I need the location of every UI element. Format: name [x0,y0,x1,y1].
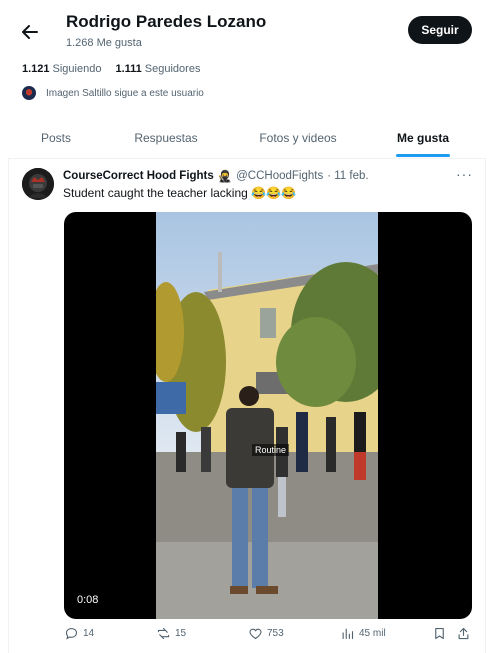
repost-count: 15 [175,628,187,639]
author-emoji: 🥷 [217,171,233,183]
active-tab-indicator [396,154,450,157]
tab-posts[interactable]: Posts [12,118,100,158]
heart-icon [249,628,262,640]
author-handle[interactable]: @CCHoodFights [236,170,323,182]
share-icon [458,627,469,640]
reply-icon [65,627,78,640]
video-player[interactable] [64,212,472,619]
post-text: Student caught the teacher lacking 😂😂😂 [63,186,296,200]
repost-icon [157,627,170,640]
reply-button[interactable]: 14 [64,626,94,641]
author-name[interactable]: CourseCorrect Hood Fights [63,170,214,182]
avatar [22,86,36,100]
views-icon [342,628,354,640]
repost-button[interactable]: 15 [156,626,186,641]
divider [485,158,486,653]
arrow-left-icon [22,25,38,39]
tab-media[interactable]: Fotos y videos [232,118,364,158]
tab-replies[interactable]: Respuestas [100,118,232,158]
post-header: CourseCorrect Hood Fights 🥷 @CCHoodFight… [63,169,369,183]
author-avatar[interactable] [22,168,54,200]
avatar-image [22,168,54,200]
bookmark-icon [435,627,444,640]
video-scene-image [156,212,378,619]
follow-counts: 1.121 Siguiendo 1.111 Seguidores [22,63,200,75]
likes-count: 1.268 Me gusta [66,37,142,49]
followers-link[interactable]: 1.111 Seguidores [115,63,200,75]
like-button[interactable]: 753 [248,626,284,641]
post-actions: 14 15 753 45 mil [60,626,480,648]
bookmark-button[interactable] [432,626,447,641]
divider [8,158,9,653]
divider [8,158,486,159]
back-button[interactable] [18,20,42,44]
views-count: 45 mil [359,628,386,639]
followed-by-notice[interactable]: Imagen Saltillo sigue a este usuario [22,86,204,100]
video-timecode: 0:08 [77,594,99,606]
more-options-icon[interactable]: ··· [456,166,473,182]
reply-count: 14 [83,628,95,639]
tab-likes[interactable]: Me gusta [364,118,482,158]
views-button[interactable]: 45 mil [340,626,386,641]
share-button[interactable] [456,626,471,641]
like-count: 753 [267,628,284,639]
post-date[interactable]: · 11 feb. [327,170,368,182]
video-frame [156,212,378,619]
profile-tabs: Posts Respuestas Fotos y videos Me gusta [12,118,482,158]
video-caption: Routine [252,444,290,456]
follow-button[interactable]: Seguir [408,16,472,44]
following-link[interactable]: 1.121 Siguiendo [22,63,101,75]
profile-name: Rodrigo Paredes Lozano [66,12,267,31]
